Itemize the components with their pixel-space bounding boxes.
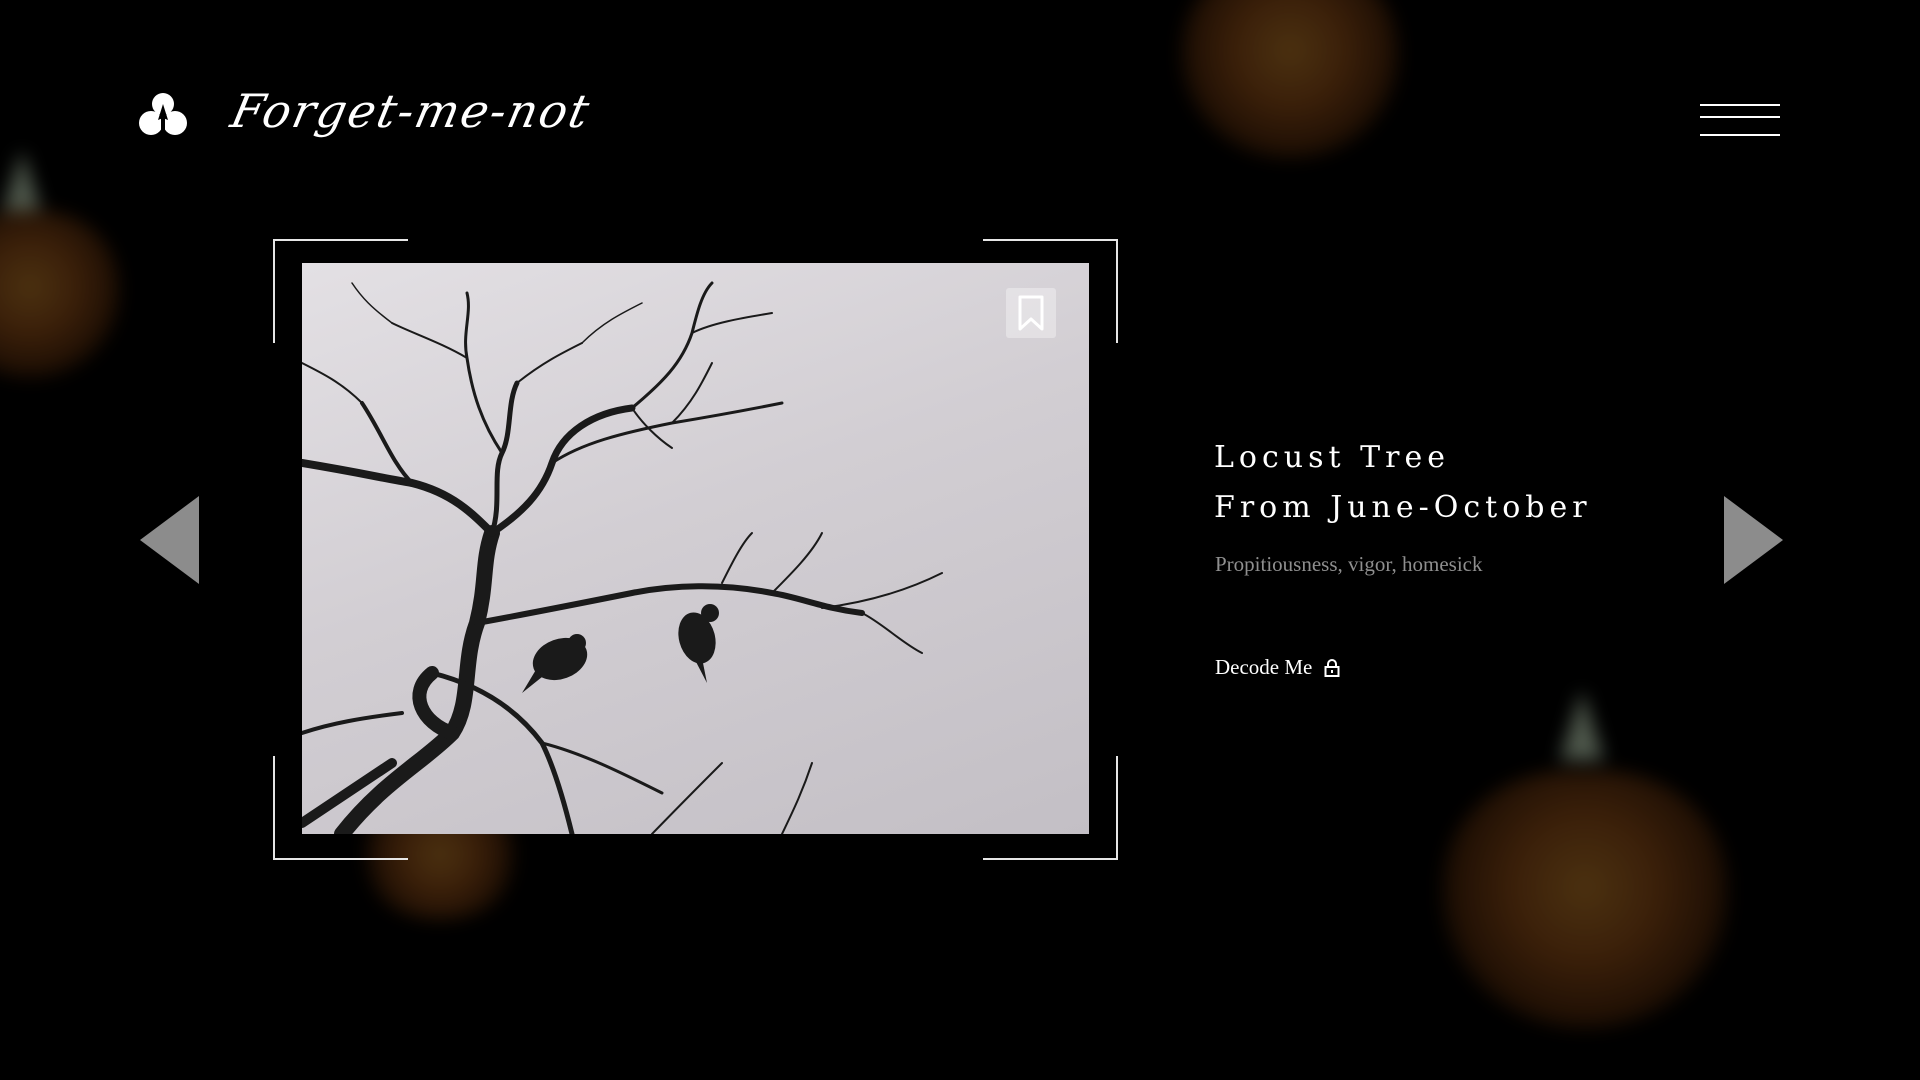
decode-me-label: Decode Me	[1215, 655, 1313, 679]
lock-icon	[1324, 658, 1340, 677]
hamburger-menu-icon[interactable]	[1700, 100, 1780, 140]
slide-meaning: Propitiousness, vigor, homesick	[1215, 552, 1483, 576]
bookmark-icon	[1018, 295, 1044, 331]
background-flower-left	[0, 150, 160, 410]
page: Forget-me-not Locust Tree From June-Octo…	[0, 0, 1920, 1080]
brand-name[interactable]: Forget-me-not	[226, 84, 595, 138]
next-slide-button[interactable]	[1724, 496, 1783, 584]
background-flower-bottom-right	[1420, 690, 1760, 1080]
slide-season: From June-October	[1214, 490, 1592, 525]
bookmark-button[interactable]	[1006, 288, 1056, 338]
tree-silhouette-illustration	[302, 281, 943, 834]
slide-title: Locust Tree	[1214, 440, 1450, 475]
three-dot-flower-icon[interactable]	[138, 90, 188, 140]
decode-me-link[interactable]: Decode Me	[1215, 655, 1340, 680]
background-flower-top	[1160, 0, 1420, 280]
previous-slide-button[interactable]	[140, 496, 199, 584]
tree-with-birds-photo	[302, 263, 1089, 834]
